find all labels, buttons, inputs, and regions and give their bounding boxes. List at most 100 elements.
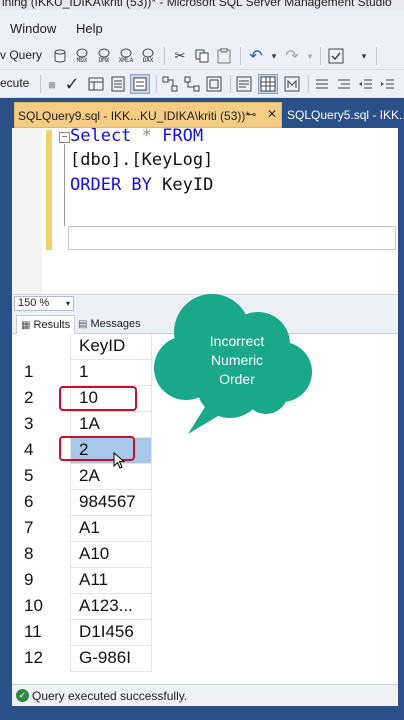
row-number[interactable]: 5 <box>24 466 33 486</box>
redo-dropdown-icon[interactable]: ▾ <box>300 46 320 66</box>
success-check-icon: ✓ <box>16 689 29 702</box>
parse-check-icon[interactable]: ✓ <box>62 74 82 94</box>
keyid-cell[interactable]: A11 <box>70 568 152 594</box>
table-row[interactable]: 7 A1 <box>12 516 398 542</box>
keyid-value: D1I456 <box>79 622 134 641</box>
row-number[interactable]: 1 <box>24 362 33 382</box>
keyid-cell[interactable]: D1I456 <box>70 620 152 646</box>
row-number[interactable]: 9 <box>24 570 33 590</box>
pin-icon[interactable]: ⊸ <box>247 108 256 121</box>
keyid-cell[interactable]: A123... <box>70 594 152 620</box>
uncomment-lines-icon[interactable] <box>334 74 354 94</box>
callout-text: Incorrect Numeric Order <box>162 332 312 389</box>
toolbar-separator <box>376 47 377 65</box>
redo-icon[interactable]: ↷ <box>282 46 302 66</box>
tab-results[interactable]: ▦ Results <box>16 315 76 334</box>
fold-line <box>64 144 65 226</box>
keyid-cell[interactable]: 2A <box>70 464 152 490</box>
close-icon[interactable]: ✕ <box>267 107 277 121</box>
table-row[interactable]: 10 A123... <box>12 594 398 620</box>
sql-editor-toolbar: ecute ■ ✓ <box>0 70 404 98</box>
menu-help[interactable]: Help <box>76 21 103 36</box>
table-row[interactable]: 8 A10 <box>12 542 398 568</box>
toolbar-separator <box>164 47 165 65</box>
zoom-select[interactable]: 150 % ▾ <box>14 296 74 311</box>
results-to-text-icon[interactable] <box>234 74 254 94</box>
query-options-icon[interactable] <box>108 74 128 94</box>
keyid-value: 1 <box>79 362 89 381</box>
keyid-cell[interactable]: A1 <box>70 516 152 542</box>
tab-sqlquery5[interactable]: SQLQuery5.sql - IKK... <box>284 102 404 126</box>
current-line-box <box>68 226 396 250</box>
keyid-cell[interactable]: 1A <box>70 412 152 438</box>
status-bar: ✓ Query executed successfully. <box>12 684 398 706</box>
stop-icon[interactable]: ■ <box>42 74 62 94</box>
row-number[interactable]: 8 <box>24 544 33 564</box>
toolbar-separator <box>230 75 231 93</box>
toolbar-separator <box>156 75 157 93</box>
results-to-file-icon[interactable] <box>282 74 302 94</box>
copy-icon[interactable] <box>192 46 212 66</box>
client-stats-icon[interactable] <box>204 74 224 94</box>
include-plan-icon[interactable] <box>160 74 180 94</box>
table-row[interactable]: 5 2A <box>12 464 398 490</box>
toolbar-separator <box>320 47 321 65</box>
row-number[interactable]: 7 <box>24 518 33 538</box>
grid-icon: ▦ <box>21 320 31 331</box>
code-line-3: ORDER BY KeyID <box>70 175 213 195</box>
toolbar-dropdown-icon[interactable]: ▾ <box>354 46 374 66</box>
database-query-icon[interactable] <box>50 46 70 66</box>
keyid-cell[interactable]: 984567 <box>70 490 152 516</box>
keyid-value: G-986I <box>79 648 131 667</box>
decrease-indent-icon[interactable] <box>356 74 376 94</box>
column-header-keyid[interactable]: KeyID <box>70 334 152 360</box>
title-bar: ining (IKKU_IDIKA\kriti (53))* - Microso… <box>0 0 404 10</box>
keyid-cell[interactable]: G-986I <box>70 646 152 672</box>
table-row[interactable]: 6 984567 <box>12 490 398 516</box>
activity-monitor-icon[interactable] <box>326 46 346 66</box>
mouse-cursor-icon <box>113 452 126 469</box>
row-number[interactable]: 12 <box>24 648 43 668</box>
xmla-query-icon[interactable]: XMLA <box>116 46 136 66</box>
tab-sqlquery9[interactable]: SQLQuery9.sql - IKK...KU_IDIKA\kriti (53… <box>14 102 282 128</box>
keyid-value: 1A <box>79 414 100 433</box>
tab-messages[interactable]: ▤ Messages <box>74 315 145 334</box>
cut-icon[interactable]: ✂ <box>170 46 190 66</box>
table-row[interactable]: 9 A11 <box>12 568 398 594</box>
table-row[interactable]: 11 D1I456 <box>12 620 398 646</box>
dmx-query-icon[interactable]: DMX <box>94 46 114 66</box>
keyid-cell[interactable]: A10 <box>70 542 152 568</box>
undo-dropdown-icon[interactable]: ▾ <box>264 46 284 66</box>
row-number[interactable]: 3 <box>24 414 33 434</box>
column-keyid: KeyID <box>162 175 214 195</box>
toolbar-separator <box>40 75 41 93</box>
intellisense-icon[interactable] <box>130 74 150 94</box>
chevron-down-icon: ▾ <box>65 299 70 308</box>
keyword-order-by: ORDER BY <box>70 175 152 195</box>
keyid-value: 984567 <box>79 492 136 511</box>
menu-window[interactable]: Window <box>10 21 56 36</box>
row-number[interactable]: 11 <box>24 622 42 642</box>
row-number[interactable]: 2 <box>24 388 33 408</box>
row-number[interactable]: 6 <box>24 492 33 512</box>
row-number[interactable]: 10 <box>24 596 43 616</box>
comment-lines-icon[interactable] <box>312 74 332 94</box>
highlight-box-row-2 <box>59 386 137 411</box>
undo-icon[interactable]: ↶ <box>246 46 266 66</box>
execute-button[interactable]: ecute <box>0 76 29 90</box>
results-to-grid-icon[interactable] <box>258 74 278 94</box>
collapse-icon[interactable]: − <box>59 132 70 143</box>
query-editor[interactable]: − Select * FROM [dbo].[KeyLog] ORDER BY … <box>12 126 398 294</box>
dax-query-icon[interactable]: DAX <box>138 46 158 66</box>
mdx-query-icon[interactable]: MDX <box>72 46 92 66</box>
tab-results-label: Results <box>33 319 71 331</box>
paste-icon[interactable] <box>214 46 234 66</box>
table-row[interactable]: 12 G-986I <box>12 646 398 672</box>
document-tab-bar: SQLQuery9.sql - IKK...KU_IDIKA\kriti (53… <box>12 98 404 128</box>
increase-indent-icon[interactable] <box>378 74 398 94</box>
row-number[interactable]: 4 <box>24 440 33 460</box>
new-query-button[interactable]: v Query <box>0 48 42 62</box>
live-stats-icon[interactable] <box>182 74 202 94</box>
keyid-cell[interactable]: 1 <box>70 360 152 386</box>
display-plan-icon[interactable] <box>86 74 106 94</box>
